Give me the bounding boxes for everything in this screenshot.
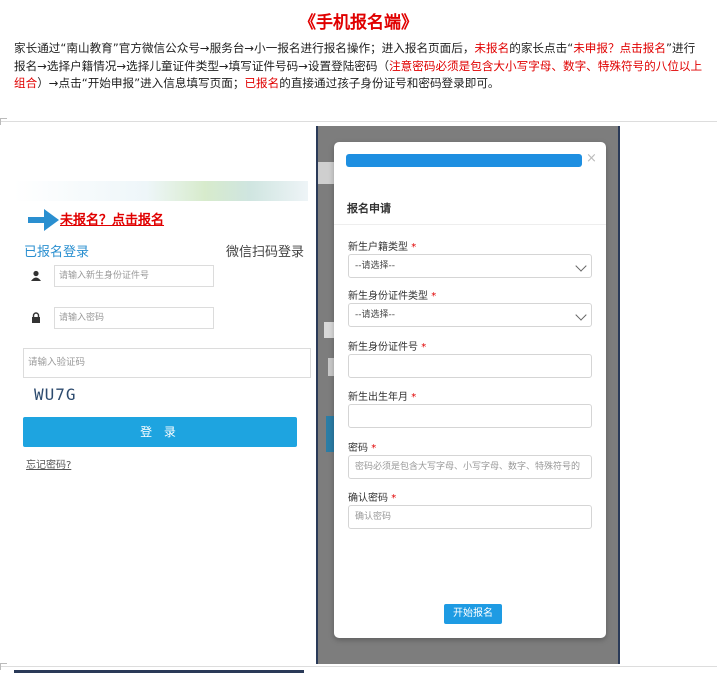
captcha-input[interactable]: 请输入验证码 xyxy=(23,348,311,378)
intro-text: 家长通过“南山教育”官方微信公众号→服务台→小一报名进行报名操作；进入报名页面后… xyxy=(14,41,475,55)
next-screenshot-edge xyxy=(14,670,304,673)
modal-divider xyxy=(334,224,606,225)
lock-icon xyxy=(32,312,40,323)
login-screenshot: 未报名？点击报名 已报名登录 微信扫码登录 请输入新生身份证件号 请输入密码 请… xyxy=(14,181,314,481)
tab-wechat-login[interactable]: 微信扫码登录 xyxy=(226,241,304,260)
id-number-label: 新生身份证件号 * xyxy=(348,338,426,353)
chevron-down-icon xyxy=(575,309,587,321)
modal-title: 报名申请 xyxy=(347,202,391,215)
password-label: 密码 * xyxy=(348,439,376,454)
required-mark: * xyxy=(431,291,437,302)
id-type-select[interactable]: --请选择-- xyxy=(348,303,592,327)
password-input[interactable]: 请输入密码 xyxy=(54,307,214,329)
field-label-text: 新生身份证件类型 xyxy=(348,291,428,302)
field-label-text: 新生身份证件号 xyxy=(348,342,418,353)
unregistered-signup-link[interactable]: 未报名？点击报名 xyxy=(60,209,164,228)
select-value: --请选择-- xyxy=(355,310,395,320)
confirm-password-label: 确认密码 * xyxy=(348,489,396,504)
close-icon[interactable]: × xyxy=(586,151,597,166)
birth-date-field[interactable] xyxy=(348,404,592,428)
margin-mark xyxy=(0,663,7,670)
start-signup-button[interactable]: 开始报名 xyxy=(444,604,502,624)
document-title: 《手机报名端》 xyxy=(299,13,418,33)
captcha-image[interactable]: WU7G xyxy=(34,385,77,404)
id-type-label: 新生身份证件类型 * xyxy=(348,287,436,302)
confirm-password-field[interactable]: 确认密码 xyxy=(348,505,592,529)
field-label-text: 新生户籍类型 xyxy=(348,242,408,253)
field-label-text: 确认密码 xyxy=(348,493,388,504)
intro-highlight: 已报名 xyxy=(244,76,280,90)
intro-text: 的直接通过孩子身份证号和密码登录即可。 xyxy=(279,76,500,90)
intro-paragraph: 家长通过“南山教育”官方微信公众号→服务台→小一报名进行报名操作；进入报名页面后… xyxy=(14,40,704,93)
id-number-field[interactable] xyxy=(348,354,592,378)
required-mark: * xyxy=(411,242,417,253)
signup-modal: × 报名申请 新生户籍类型 * --请选择-- 新生身份证件类型 * --请选择… xyxy=(334,142,606,638)
required-mark: * xyxy=(411,392,417,403)
birth-date-label: 新生出生年月 * xyxy=(348,388,416,403)
residence-type-select[interactable]: --请选择-- xyxy=(348,254,592,278)
intro-highlight: 未报名 xyxy=(474,41,510,55)
password-field[interactable]: 密码必须是包含大写字母、小写字母、数字、特殊符号的 xyxy=(348,455,592,479)
intro-text: 的家长点击“ xyxy=(509,41,574,55)
user-icon xyxy=(31,270,41,281)
arrow-right-icon xyxy=(28,209,59,231)
section-divider xyxy=(0,666,717,667)
forgot-password-link[interactable]: 忘记密码? xyxy=(26,456,71,471)
required-mark: * xyxy=(391,493,397,504)
section-divider xyxy=(0,121,717,122)
required-mark: * xyxy=(371,443,377,454)
phone-screenshot: × 报名申请 新生户籍类型 * --请选择-- 新生身份证件类型 * --请选择… xyxy=(316,126,620,664)
modal-header-bar xyxy=(346,154,582,167)
id-number-input[interactable]: 请输入新生身份证件号 xyxy=(54,265,214,287)
chevron-down-icon xyxy=(575,260,587,272)
margin-mark xyxy=(0,118,7,125)
field-label-text: 新生出生年月 xyxy=(348,392,408,403)
field-label-text: 密码 xyxy=(348,443,368,454)
login-button[interactable]: 登 录 xyxy=(23,417,297,447)
residence-type-label: 新生户籍类型 * xyxy=(348,238,416,253)
banner-image xyxy=(14,181,308,201)
select-value: --请选择-- xyxy=(355,261,395,271)
tab-registered-login[interactable]: 已报名登录 xyxy=(24,241,89,260)
required-mark: * xyxy=(421,342,427,353)
intro-text: ）→点击“开始申报”进入信息填写页面； xyxy=(37,76,245,90)
intro-highlight: 未申报？点击报名 xyxy=(573,41,666,55)
